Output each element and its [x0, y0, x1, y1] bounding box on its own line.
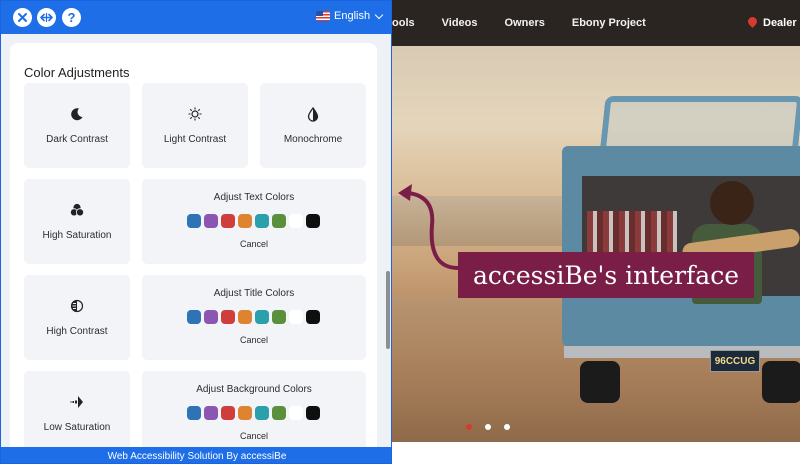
- high-contrast-button[interactable]: High Contrast: [24, 275, 130, 360]
- language-selector[interactable]: English: [316, 10, 384, 22]
- swatch-red[interactable]: [221, 406, 235, 420]
- swatch-white[interactable]: [289, 310, 303, 324]
- swatch-teal[interactable]: [255, 406, 269, 420]
- swatch-green[interactable]: [272, 406, 286, 420]
- swatch-teal[interactable]: [255, 214, 269, 228]
- swatch-black[interactable]: [306, 406, 320, 420]
- truck-bumper: [564, 346, 800, 358]
- carousel-dot-2[interactable]: [485, 424, 491, 430]
- nav-link-tools[interactable]: ools: [392, 17, 415, 29]
- sun-icon: [188, 107, 202, 121]
- swatch-white[interactable]: [289, 406, 303, 420]
- light-contrast-label: Light Contrast: [163, 134, 227, 145]
- person-head: [710, 181, 754, 225]
- droplet-half-icon: [307, 107, 319, 122]
- color-adjustments-section: Color Adjustments Dark Contrast Light Co…: [10, 43, 377, 463]
- text-colors-cancel-button[interactable]: Cancel: [142, 239, 366, 249]
- hero-image: 96CCUG: [392, 46, 800, 442]
- adjust-background-colors-title: Adjust Background Colors: [196, 384, 312, 395]
- nav-link-videos[interactable]: Videos: [442, 17, 478, 29]
- dealer-label: Dealer: [763, 17, 797, 29]
- close-icon: [18, 13, 27, 22]
- background-color-swatches: [187, 406, 320, 420]
- swatch-purple[interactable]: [204, 406, 218, 420]
- adjust-text-colors-card: Adjust Text Colors Cancel: [142, 179, 366, 264]
- help-button[interactable]: ?: [62, 8, 81, 27]
- color-circles-icon: [70, 203, 84, 217]
- swatch-blue[interactable]: [187, 310, 201, 324]
- low-saturation-button[interactable]: Low Saturation: [24, 371, 130, 456]
- high-contrast-label: High Contrast: [46, 326, 108, 337]
- title-colors-cancel-button[interactable]: Cancel: [142, 335, 366, 345]
- carousel-dot-1[interactable]: [466, 424, 472, 430]
- adjust-title-colors-card: Adjust Title Colors Cancel: [142, 275, 366, 360]
- swatch-black[interactable]: [306, 310, 320, 324]
- carousel-dots: [466, 424, 510, 430]
- light-contrast-button[interactable]: Light Contrast: [142, 83, 248, 168]
- section-title: Color Adjustments: [24, 65, 130, 80]
- language-label: English: [334, 10, 371, 22]
- swatch-purple[interactable]: [204, 310, 218, 324]
- moon-icon: [71, 108, 83, 121]
- swatch-black[interactable]: [306, 214, 320, 228]
- high-saturation-button[interactable]: High Saturation: [24, 179, 130, 264]
- location-pin-icon: [748, 17, 757, 29]
- carousel-dot-3[interactable]: [504, 424, 510, 430]
- text-color-swatches: [187, 214, 320, 228]
- fading-dots-icon: [70, 396, 83, 408]
- site-footer-strip: [392, 442, 800, 464]
- dealer-locator-link[interactable]: Dealer: [748, 0, 797, 46]
- title-color-swatches: [187, 310, 320, 324]
- adjust-background-colors-card: Adjust Background Colors Cancel: [142, 371, 366, 456]
- high-saturation-label: High Saturation: [42, 230, 112, 241]
- close-button[interactable]: [13, 8, 32, 27]
- monochrome-label: Monochrome: [283, 134, 343, 145]
- swatch-purple[interactable]: [204, 214, 218, 228]
- low-saturation-label: Low Saturation: [43, 422, 111, 433]
- scrollbar-thumb[interactable]: [386, 271, 390, 349]
- panel-footer[interactable]: Web Accessibility Solution By accessiBe: [1, 447, 391, 463]
- swatch-green[interactable]: [272, 310, 286, 324]
- chevron-down-icon: [374, 10, 384, 19]
- panel-scrollbar[interactable]: [384, 43, 390, 443]
- site-nav-links: ools Videos Owners Ebony Project: [392, 0, 646, 46]
- nav-link-ebony-project[interactable]: Ebony Project: [572, 17, 646, 29]
- us-flag-icon: [316, 11, 330, 21]
- swatch-orange[interactable]: [238, 406, 252, 420]
- panel-body: Color Adjustments Dark Contrast Light Co…: [1, 34, 391, 463]
- license-plate: 96CCUG: [710, 350, 760, 372]
- accessibility-panel: ? English Color Adjustments Dark Contras…: [0, 0, 392, 464]
- dark-contrast-label: Dark Contrast: [46, 134, 108, 145]
- adjust-title-colors-title: Adjust Title Colors: [213, 288, 295, 299]
- swatch-teal[interactable]: [255, 310, 269, 324]
- nav-link-owners[interactable]: Owners: [505, 17, 545, 29]
- contrast-icon: [70, 299, 84, 313]
- swatch-red[interactable]: [221, 214, 235, 228]
- monochrome-button[interactable]: Monochrome: [260, 83, 366, 168]
- move-panel-button[interactable]: [37, 8, 56, 27]
- dark-contrast-button[interactable]: Dark Contrast: [24, 83, 130, 168]
- swatch-orange[interactable]: [238, 214, 252, 228]
- callout-label: accessiBe's interface: [458, 252, 754, 298]
- truck-wheel-right: [762, 361, 800, 403]
- swatch-blue[interactable]: [187, 406, 201, 420]
- swatch-green[interactable]: [272, 214, 286, 228]
- truck-wheel-left: [580, 361, 620, 403]
- swatch-orange[interactable]: [238, 310, 252, 324]
- background-colors-cancel-button[interactable]: Cancel: [142, 431, 366, 441]
- adjust-text-colors-title: Adjust Text Colors: [213, 192, 295, 203]
- striped-blanket: [587, 211, 677, 256]
- swatch-white[interactable]: [289, 214, 303, 228]
- resize-horizontal-icon: [40, 13, 53, 22]
- panel-header: ? English: [1, 1, 391, 34]
- swatch-red[interactable]: [221, 310, 235, 324]
- swatch-blue[interactable]: [187, 214, 201, 228]
